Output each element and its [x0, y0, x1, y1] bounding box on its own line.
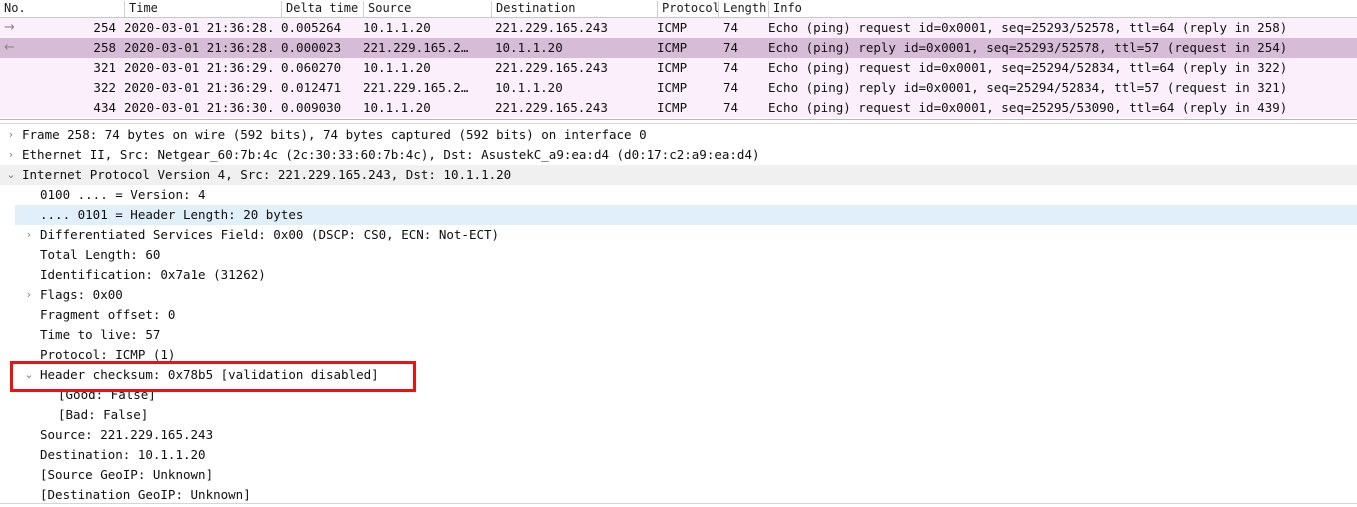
packet-destination-cell: 10.1.1.20 [495, 80, 563, 95]
detail-tree-row[interactable]: Fragment offset: 0 [0, 305, 1357, 325]
packet-delta-time-cell: 0.009030 [281, 100, 342, 115]
detail-rows-container: › Frame 258: 74 bytes on wire (592 bits),… [0, 125, 1357, 503]
packet-delta-time-cell: 0.000023 [281, 40, 342, 55]
packet-no-cell: 322 [93, 80, 116, 95]
packet-destination-cell: 221.229.165.243 [495, 60, 608, 75]
detail-tree-row[interactable]: [Destination GeoIP: Unknown] [0, 485, 1357, 503]
detail-row-label: .... 0101 = Header Length: 20 bytes [40, 207, 304, 222]
packet-list-column-headers: No. Time Delta time Source Destination P… [0, 0, 1357, 18]
detail-tree-row[interactable]: Protocol: ICMP (1) [0, 345, 1357, 365]
detail-row-label: Destination: 10.1.1.20 [40, 447, 206, 462]
packet-row[interactable]: 434 2020-03-01 21:36:30.127273 0.009030 10.… [0, 98, 1357, 118]
packet-delta-time-cell: 0.012471 [281, 80, 342, 95]
packet-delta-time-cell: 0.060270 [281, 60, 342, 75]
column-header-info[interactable]: Info [768, 1, 1357, 17]
detail-tree-row[interactable]: [Bad: False] [0, 405, 1357, 425]
chevron-down-icon[interactable]: ⌄ [22, 365, 36, 385]
detail-row-label: Flags: 0x00 [40, 287, 123, 302]
packet-no-cell: 434 [93, 100, 116, 115]
detail-tree-row[interactable]: ⌄ Internet Protocol Version 4, Src: 221.2… [0, 165, 1357, 185]
detail-tree-row[interactable]: 0100 .... = Version: 4 [0, 185, 1357, 205]
packet-info-cell: Echo (ping) reply id=0x0001, seq=25294/5… [768, 80, 1288, 95]
packet-row[interactable]: →2542020-03-01 21:36:28.1198860.00526410… [0, 18, 1357, 38]
column-header-protocol[interactable]: Protocol [657, 1, 718, 17]
detail-tree-row[interactable]: › Ethernet II, Src: Netgear_60:7b:4c (2c:… [0, 145, 1357, 165]
detail-row-label: Total Length: 60 [40, 247, 161, 262]
packet-list-pane[interactable]: No. Time Delta time Source Destination P… [0, 0, 1357, 119]
packet-destination-cell: 10.1.1.20 [495, 40, 563, 55]
detail-row-label: Identification: 0x7a1e (31262) [40, 267, 266, 282]
packet-rows-container: →2542020-03-01 21:36:28.1198860.00526410… [0, 18, 1357, 118]
detail-tree-row[interactable]: Time to live: 57 [0, 325, 1357, 345]
packet-detail-pane[interactable]: › Frame 258: 74 bytes on wire (592 bits),… [0, 125, 1357, 503]
detail-tree-row[interactable]: [Good: False] [0, 385, 1357, 405]
packet-time-cell: 2020-03-01 21:36:29.123179 [124, 60, 276, 75]
detail-tree-row[interactable]: Source: 221.229.165.243 [0, 425, 1357, 445]
packet-row[interactable]: 321 2020-03-01 21:36:29.123179 0.060270 10.… [0, 58, 1357, 78]
packet-length-cell: 74 [722, 40, 738, 55]
packet-length-cell: 74 [722, 20, 738, 35]
column-header-time[interactable]: Time [124, 1, 281, 17]
packet-info-cell: Echo (ping) request id=0x0001, seq=25295… [768, 100, 1288, 115]
detail-row-label: 0100 .... = Version: 4 [40, 187, 206, 202]
detail-row-label: Internet Protocol Version 4, Src: 221.22… [22, 167, 512, 182]
packet-time-cell: 2020-03-01 21:36:30.127273 [124, 100, 276, 115]
packet-destination-cell: 221.229.165.243 [495, 20, 608, 35]
packet-no-cell: 258 [93, 40, 116, 55]
packet-info-cell: Echo (ping) request id=0x0001, seq=25293… [768, 20, 1288, 35]
detail-tree-row[interactable]: Total Length: 60 [0, 245, 1357, 265]
packet-length-cell: 74 [722, 100, 738, 115]
detail-row-label: Header checksum: 0x78b5 [validation disa… [40, 367, 379, 382]
column-header-length[interactable]: Length [718, 1, 768, 17]
packet-info-cell: Echo (ping) reply id=0x0001, seq=25293/5… [768, 40, 1288, 55]
detail-tree-row[interactable]: ⌄ Header checksum: 0x78b5 [validation dis… [0, 365, 1357, 385]
detail-row-label: Source: 221.229.165.243 [40, 427, 214, 442]
detail-row-label: Differentiated Services Field: 0x00 (DSC… [40, 227, 500, 242]
detail-row-label: Time to live: 57 [40, 327, 161, 342]
detail-tree-row[interactable]: .... 0101 = Header Length: 20 bytes [0, 205, 1357, 225]
packet-row[interactable]: ←2582020-03-01 21:36:28.1342620.00002322… [0, 38, 1357, 58]
detail-row-label: [Destination GeoIP: Unknown] [40, 487, 251, 502]
detail-tree-row[interactable]: Destination: 10.1.1.20 [0, 445, 1357, 465]
detail-tree-row[interactable]: Identification: 0x7a1e (31262) [0, 265, 1357, 285]
detail-row-label: Fragment offset: 0 [40, 307, 176, 322]
packet-delta-time-cell: 0.005264 [281, 20, 342, 35]
packet-info-cell: Echo (ping) request id=0x0001, seq=25294… [768, 60, 1288, 75]
detail-row-label: Frame 258: 74 bytes on wire (592 bits), … [22, 127, 647, 142]
packet-no-cell: 321 [93, 60, 116, 75]
column-header-destination[interactable]: Destination [491, 1, 657, 17]
detail-tree-row[interactable]: › Flags: 0x00 [0, 285, 1357, 305]
packet-no-cell: 254 [93, 20, 116, 35]
chevron-right-icon[interactable]: › [22, 225, 36, 245]
detail-tree-row[interactable]: › Frame 258: 74 bytes on wire (592 bits),… [0, 125, 1357, 145]
detail-tree-row[interactable]: › Differentiated Services Field: 0x00 (DS… [0, 225, 1357, 245]
detail-row-label: Protocol: ICMP (1) [40, 347, 176, 362]
packet-source-cell: 10.1.1.20 [363, 100, 431, 115]
packet-time-cell: 2020-03-01 21:36:28.134262 [124, 40, 276, 55]
detail-tree-row[interactable]: [Source GeoIP: Unknown] [0, 465, 1357, 485]
packet-source-cell: 10.1.1.20 [363, 20, 431, 35]
column-header-source[interactable]: Source [363, 1, 491, 17]
detail-row-label: Ethernet II, Src: Netgear_60:7b:4c (2c:3… [22, 147, 760, 162]
detail-row-label: [Good: False] [58, 387, 156, 402]
pane-splitter[interactable] [0, 119, 1357, 124]
chevron-right-icon[interactable]: › [4, 145, 18, 165]
packet-destination-cell: 221.229.165.243 [495, 100, 608, 115]
packet-source-cell: 221.229.165.2… [363, 40, 469, 55]
column-header-no[interactable]: No. [0, 1, 124, 17]
chevron-right-icon[interactable]: › [4, 125, 18, 145]
chevron-down-icon[interactable]: ⌄ [4, 165, 18, 185]
packet-length-cell: 74 [722, 60, 738, 75]
column-header-delta-time[interactable]: Delta time [281, 1, 363, 17]
packet-row[interactable]: 322 2020-03-01 21:36:29.135650 0.012471 221… [0, 78, 1357, 98]
packet-source-cell: 221.229.165.2… [363, 80, 469, 95]
detail-row-label: [Source GeoIP: Unknown] [40, 467, 214, 482]
packet-length-cell: 74 [722, 80, 738, 95]
detail-bottom-divider [0, 503, 1357, 504]
detail-row-label: [Bad: False] [58, 407, 149, 422]
chevron-right-icon[interactable]: › [22, 285, 36, 305]
packet-time-cell: 2020-03-01 21:36:29.135650 [124, 80, 276, 95]
packet-time-cell: 2020-03-01 21:36:28.119886 [124, 20, 276, 35]
packet-source-cell: 10.1.1.20 [363, 60, 431, 75]
